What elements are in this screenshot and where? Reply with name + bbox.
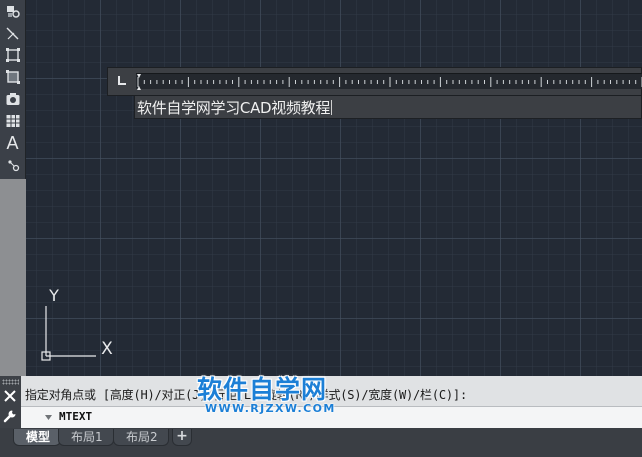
table-icon xyxy=(6,115,19,127)
command-line-handle[interactable] xyxy=(0,376,21,428)
ucs-x-label: X xyxy=(101,339,113,359)
boundary-icon xyxy=(5,70,20,84)
boundary-tool-button[interactable] xyxy=(0,66,25,88)
mtext-ruler[interactable] xyxy=(136,73,642,90)
text-tool-button[interactable]: A xyxy=(0,132,25,154)
line-icon xyxy=(6,27,18,40)
region-icon xyxy=(5,48,20,62)
wrench-icon[interactable] xyxy=(3,409,17,423)
block-tool-button[interactable] xyxy=(0,0,25,22)
line-tool-button[interactable] xyxy=(0,22,25,44)
region-tool-button[interactable] xyxy=(0,44,25,66)
mtext-editor[interactable]: 软件自学网学习CAD视频教程 xyxy=(134,96,642,119)
mtext-ruler-box xyxy=(107,67,642,96)
layout-tabs-bar: 模型 布局1 布局2 + xyxy=(0,428,642,457)
tab-layout1[interactable]: 布局1 xyxy=(58,429,114,446)
watermark-title: 软件自学网 xyxy=(197,375,328,404)
ucs-y-label: Y xyxy=(48,286,59,305)
table-tool-button[interactable] xyxy=(0,110,25,132)
ucs-icon: Y X xyxy=(41,286,113,361)
tab-model[interactable]: 模型 xyxy=(13,429,62,446)
point-icon xyxy=(7,160,19,172)
tab-type-icon[interactable] xyxy=(118,76,127,85)
camera-tool-button[interactable] xyxy=(0,88,25,110)
close-icon[interactable] xyxy=(3,389,17,403)
text-cursor xyxy=(331,100,333,115)
command-dropdown-icon[interactable] xyxy=(45,415,52,420)
add-layout-button[interactable]: + xyxy=(172,429,192,446)
tab-layout2[interactable]: 布局2 xyxy=(113,429,169,446)
ruler-ticks xyxy=(137,74,642,90)
watermark-url: WWW.RJZXW.COM xyxy=(205,402,336,415)
draw-toolbar: A xyxy=(0,0,26,179)
block-icon xyxy=(6,6,20,18)
mtext-content[interactable]: 软件自学网学习CAD视频教程 xyxy=(137,97,333,118)
camera-icon xyxy=(6,93,19,105)
drag-grip-icon[interactable] xyxy=(2,379,19,385)
point-tool-button[interactable] xyxy=(0,154,25,176)
text-icon: A xyxy=(6,133,19,153)
current-command: MTEXT xyxy=(59,410,93,423)
